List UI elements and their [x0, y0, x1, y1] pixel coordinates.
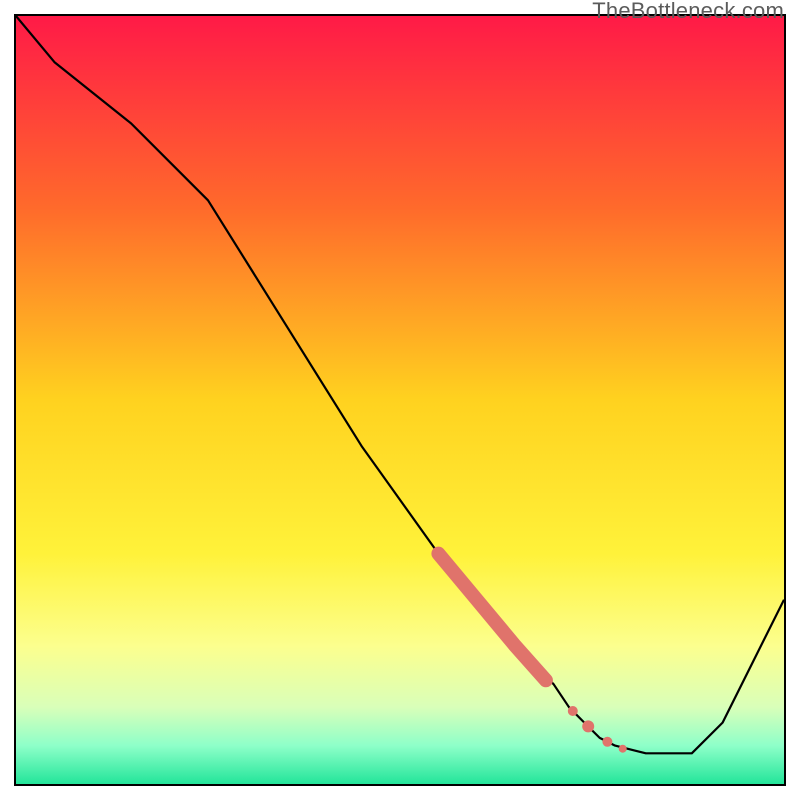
watermark-text: TheBottleneck.com — [592, 0, 784, 24]
chart-svg — [16, 16, 784, 784]
marker-3 — [602, 737, 612, 747]
marker-1 — [568, 706, 578, 716]
marker-4 — [619, 745, 627, 753]
marker-2 — [582, 720, 594, 732]
chart-canvas: TheBottleneck.com — [0, 0, 800, 800]
gradient-background — [16, 16, 784, 784]
plot-area — [14, 14, 786, 786]
